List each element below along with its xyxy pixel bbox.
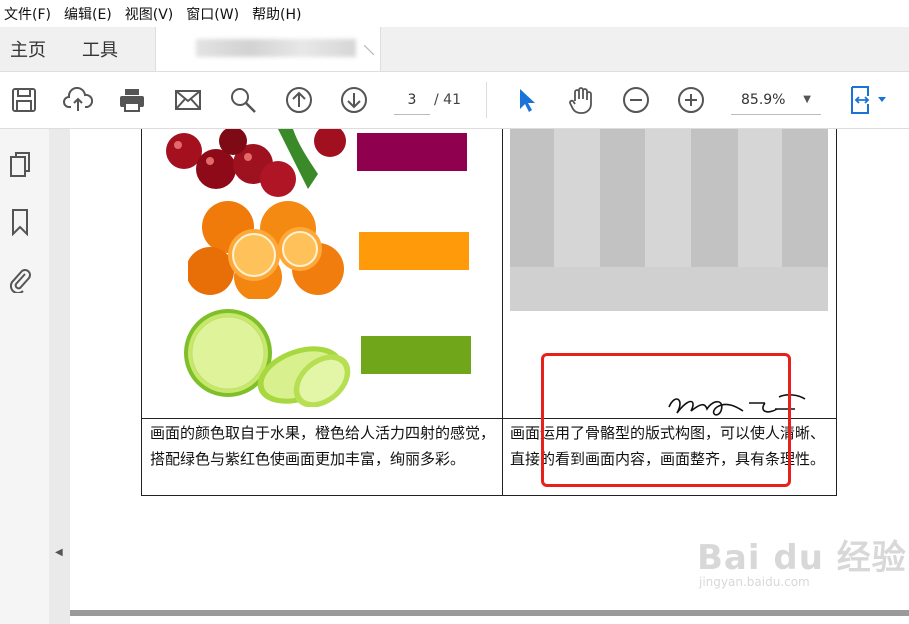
plus-circle-icon [678, 87, 704, 113]
chevron-down-icon: ▼ [803, 94, 811, 105]
envelope-icon [175, 90, 201, 110]
left-caption: 画面的颜色取自于水果，橙色给人活力四射的感觉，搭配绿色与紫红色使画面更加丰富，绚… [150, 424, 496, 468]
tab-bar: 主页 工具 [0, 27, 909, 72]
tab-tools[interactable]: 工具 [82, 36, 118, 62]
oranges-image [188, 201, 344, 299]
menu-window[interactable]: 窗口(W) [182, 4, 248, 24]
toolbar-separator [486, 82, 487, 118]
cherry-color-swatch [357, 133, 467, 171]
sidebar-collapse-bar[interactable]: ◀ [49, 129, 70, 624]
cherries-image [166, 129, 346, 197]
grid-layout-illustration [510, 129, 828, 311]
menu-file[interactable]: 文件(F) [0, 4, 60, 24]
save-icon [12, 88, 36, 112]
upload-button[interactable] [62, 84, 94, 116]
orange-color-swatch [359, 232, 469, 270]
printer-icon [120, 89, 144, 112]
next-page-button[interactable] [338, 84, 370, 116]
tab-home[interactable]: 主页 [10, 36, 46, 62]
minus-circle-icon [623, 87, 649, 113]
attachments-panel-button[interactable] [8, 265, 32, 295]
watermark-brand: Bai du 经验 [697, 538, 907, 578]
tab-corner-icon [364, 45, 374, 55]
menu-bar: 文件(F) 编辑(E) 视图(V) 窗口(W) 帮助(H) [0, 0, 909, 27]
fit-page-button[interactable] [845, 84, 891, 116]
menu-view[interactable]: 视图(V) [121, 4, 183, 24]
prev-page-button[interactable] [283, 84, 315, 116]
search-button[interactable] [227, 84, 259, 116]
tab-document[interactable] [155, 27, 381, 71]
red-highlight-box [541, 353, 791, 487]
bookmark-icon [12, 209, 28, 237]
cursor-arrow-icon [520, 89, 535, 112]
zoom-in-button[interactable] [675, 84, 707, 116]
cloud-upload-icon [63, 87, 93, 111]
left-sidebar [0, 129, 50, 624]
menu-help[interactable]: 帮助(H) [248, 4, 310, 24]
page-number-input[interactable]: 3 [394, 86, 430, 115]
page-end-divider [70, 610, 909, 616]
table-divider-vertical [502, 129, 503, 495]
print-button[interactable] [116, 84, 148, 116]
zoom-out-button[interactable] [620, 84, 652, 116]
email-button[interactable] [172, 84, 204, 116]
page-total: / 41 [434, 92, 461, 108]
paperclip-icon [9, 269, 31, 295]
arrow-down-circle-icon [341, 87, 367, 113]
save-button[interactable] [8, 84, 40, 116]
pages-panel-button[interactable] [8, 151, 32, 179]
bookmarks-panel-button[interactable] [8, 208, 32, 237]
hand-tool-button[interactable] [565, 84, 597, 116]
toolbar: 3 / 41 85.9% ▼ [0, 72, 909, 129]
hand-icon [569, 87, 592, 114]
arrow-up-circle-icon [286, 87, 312, 113]
fit-page-icon [851, 86, 886, 114]
lime-color-swatch [361, 336, 471, 374]
menu-edit[interactable]: 编辑(E) [60, 4, 121, 24]
search-icon [231, 88, 256, 113]
tab-document-title-blurred [196, 39, 356, 57]
select-tool-button[interactable] [510, 84, 542, 116]
limes-image [184, 309, 351, 407]
baidu-watermark: Bai du 经验 jingyan.baidu.com [697, 530, 907, 589]
zoom-level-select[interactable]: 85.9% ▼ [731, 86, 821, 115]
zoom-value: 85.9% [741, 92, 786, 108]
collapse-left-icon: ◀ [55, 547, 63, 558]
pages-icon [10, 152, 30, 177]
